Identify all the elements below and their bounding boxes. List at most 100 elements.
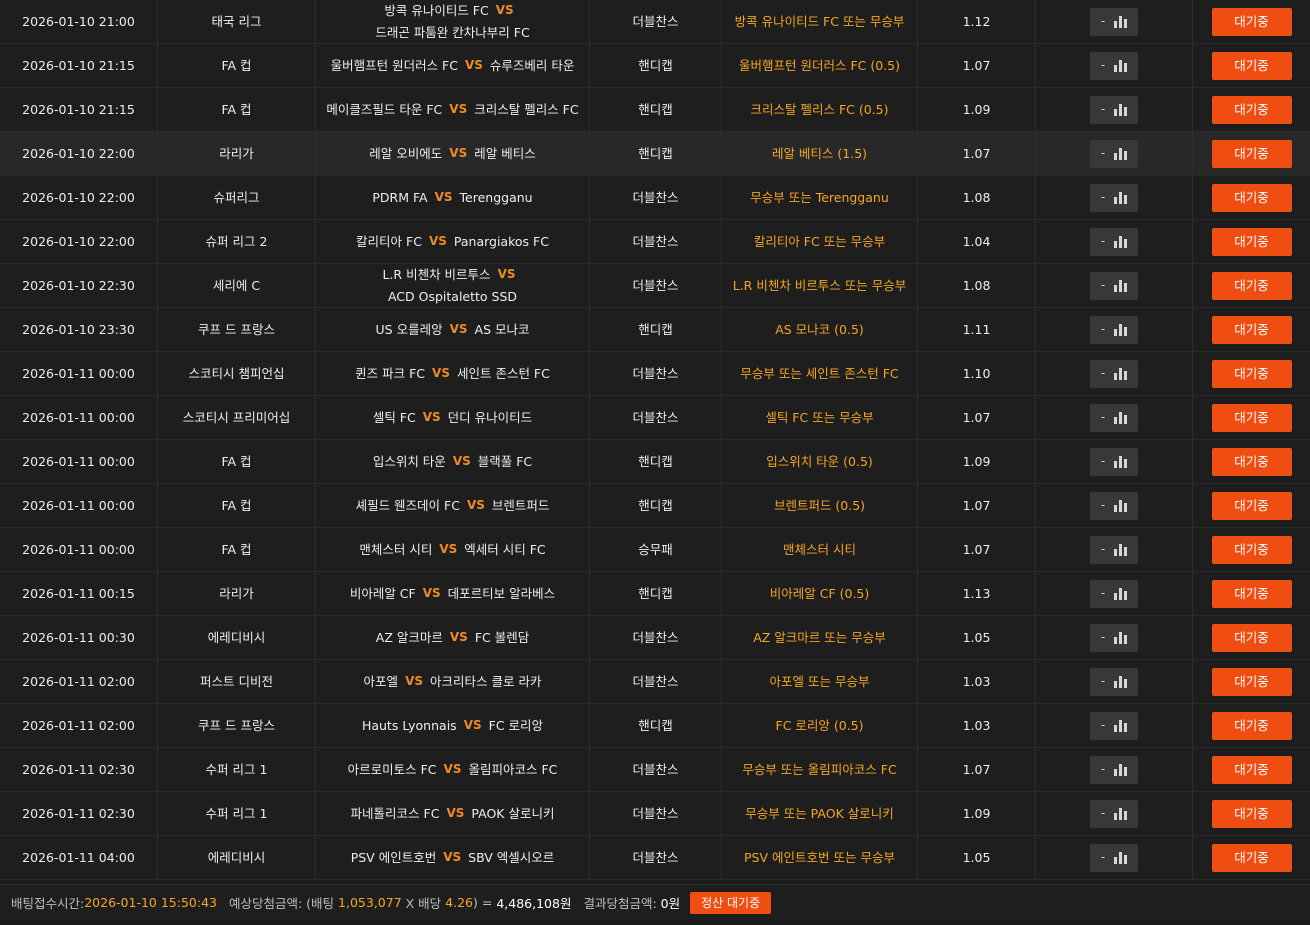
vs-label: VS — [449, 102, 468, 116]
status-button[interactable]: 대기중 — [1211, 535, 1292, 564]
stats-button[interactable]: - — [1090, 139, 1138, 168]
match-date: 2026-01-11 00:00 — [0, 396, 158, 439]
status-button[interactable]: 대기중 — [1211, 359, 1292, 388]
stats-button[interactable]: - — [1090, 227, 1138, 256]
bet-pick: 울버햄프턴 원더러스 FC (0.5) — [722, 44, 918, 87]
status-button[interactable]: 대기중 — [1211, 447, 1292, 476]
stats-button[interactable]: - — [1090, 755, 1138, 784]
status-button[interactable]: 대기중 — [1211, 7, 1292, 36]
status-button[interactable]: 대기중 — [1211, 227, 1292, 256]
stats-button[interactable]: - — [1090, 95, 1138, 124]
stats-button[interactable]: - — [1090, 447, 1138, 476]
stats-button[interactable]: - — [1090, 579, 1138, 608]
total-odds-value: 4.26 — [445, 895, 474, 910]
status-button[interactable]: 대기중 — [1211, 51, 1292, 80]
odds-value: 1.09 — [918, 88, 1036, 131]
status-cell: 대기중 — [1193, 396, 1310, 439]
bet-type: 더블찬스 — [590, 660, 722, 703]
status-button[interactable]: 대기중 — [1211, 667, 1292, 696]
vs-label: VS — [466, 498, 485, 512]
odds-value: 1.11 — [918, 308, 1036, 351]
stats-button[interactable]: - — [1090, 491, 1138, 520]
match-date: 2026-01-10 22:30 — [0, 264, 158, 307]
bet-pick: 무승부 또는 PAOK 살로니키 — [722, 792, 918, 835]
table-row: 2026-01-10 22:00 라리가 레알 오비에도 VS 레알 베티스 핸디캡 레알 … — [0, 132, 1310, 176]
stats-button[interactable]: - — [1090, 7, 1138, 36]
match-date: 2026-01-10 22:00 — [0, 220, 158, 263]
away-team: 올림피아코스 FC — [468, 762, 558, 777]
stats-dash: - — [1100, 58, 1106, 72]
status-button[interactable]: 대기중 — [1211, 95, 1292, 124]
status-cell: 대기중 — [1193, 748, 1310, 791]
stats-button[interactable]: - — [1090, 799, 1138, 828]
bet-pick: 무승부 또는 올림피아코스 FC — [722, 748, 918, 791]
stats-cell: - — [1036, 176, 1193, 219]
vs-label: VS — [446, 806, 465, 820]
stats-button[interactable]: - — [1090, 711, 1138, 740]
vs-label: VS — [463, 718, 482, 732]
stats-button[interactable]: - — [1090, 183, 1138, 212]
bar-chart-icon — [1114, 719, 1128, 732]
match-date: 2026-01-10 22:00 — [0, 176, 158, 219]
bar-chart-icon — [1114, 147, 1128, 160]
away-team: 레알 베티스 — [474, 146, 536, 161]
status-button[interactable]: 대기중 — [1211, 711, 1292, 740]
table-row: 2026-01-10 22:00 슈퍼리그 PDRM FA VS Terengganu 더… — [0, 176, 1310, 220]
stats-button[interactable]: - — [1090, 359, 1138, 388]
league-name: 스코티시 챔피언십 — [158, 352, 316, 395]
stats-button[interactable]: - — [1090, 315, 1138, 344]
home-team: 레알 오비에도 — [369, 146, 443, 161]
stats-button[interactable]: - — [1090, 51, 1138, 80]
stats-button[interactable]: - — [1090, 271, 1138, 300]
stats-dash: - — [1100, 410, 1106, 424]
status-button[interactable]: 대기중 — [1211, 623, 1292, 652]
stats-button[interactable]: - — [1090, 535, 1138, 564]
table-row: 2026-01-10 21:15 FA 컵 메이클즈필드 타운 FC VS 크리스탈 펠… — [0, 88, 1310, 132]
status-button[interactable]: 대기중 — [1211, 491, 1292, 520]
stats-cell: - — [1036, 396, 1193, 439]
odds-value: 1.08 — [918, 176, 1036, 219]
stats-dash: - — [1100, 630, 1106, 644]
stats-cell: - — [1036, 748, 1193, 791]
status-button[interactable]: 대기중 — [1211, 799, 1292, 828]
status-button[interactable]: 대기중 — [1211, 755, 1292, 784]
status-button[interactable]: 대기중 — [1211, 183, 1292, 212]
stats-button[interactable]: - — [1090, 623, 1138, 652]
bet-history-panel: 2026-01-10 21:00 태국 리그 방콕 유나이티드 FC VS 드래곤 파툼… — [0, 0, 1310, 925]
away-team: FC 볼렌담 — [474, 630, 530, 645]
league-name: FA 컵 — [158, 484, 316, 527]
table-row: 2026-01-11 04:00 에레디비시 PSV 에인트호번 VS SBV 엑셀시오… — [0, 836, 1310, 880]
status-button[interactable]: 대기중 — [1211, 139, 1292, 168]
stats-cell: - — [1036, 44, 1193, 87]
status-button[interactable]: 대기중 — [1211, 315, 1292, 344]
match-date: 2026-01-11 00:30 — [0, 616, 158, 659]
status-cell: 대기중 — [1193, 528, 1310, 571]
match-teams: 아포엘 VS 아크리타스 클로 라카 — [316, 660, 590, 703]
stats-cell: - — [1036, 616, 1193, 659]
bar-chart-icon — [1114, 675, 1128, 688]
table-row: 2026-01-11 02:00 퍼스트 디비전 아포엘 VS 아크리타스 클로 라카 더… — [0, 660, 1310, 704]
match-teams: 퀸즈 파크 FC VS 세인트 존스턴 FC — [316, 352, 590, 395]
stats-cell: - — [1036, 792, 1193, 835]
stats-button[interactable]: - — [1090, 667, 1138, 696]
home-team: PSV 에인트호번 — [350, 850, 437, 865]
status-cell: 대기중 — [1193, 572, 1310, 615]
status-cell: 대기중 — [1193, 44, 1310, 87]
away-team: 크리스탈 펠리스 FC — [474, 102, 579, 117]
bet-pick: 크리스탈 펠리스 FC (0.5) — [722, 88, 918, 131]
status-button[interactable]: 대기중 — [1211, 403, 1292, 432]
bet-time-label: 배팅접수시간: — [11, 896, 85, 911]
status-button[interactable]: 대기중 — [1211, 579, 1292, 608]
stats-button[interactable]: - — [1090, 403, 1138, 432]
status-button[interactable]: 대기중 — [1211, 271, 1292, 300]
status-button[interactable]: 대기중 — [1211, 843, 1292, 872]
away-team: 데포르티보 알라베스 — [447, 586, 556, 601]
away-team: 브렌트퍼드 — [491, 498, 550, 513]
bet-type: 핸디캡 — [590, 484, 722, 527]
table-row: 2026-01-11 00:00 스코티시 프리미어십 셀틱 FC VS 던디 유나이티… — [0, 396, 1310, 440]
home-team: L.R 비첸차 비르투스 — [382, 267, 491, 283]
match-teams: 맨체스터 시티 VS 엑세터 시티 FC — [316, 528, 590, 571]
stats-button[interactable]: - — [1090, 843, 1138, 872]
stats-dash: - — [1100, 102, 1106, 116]
table-row: 2026-01-11 02:30 수퍼 리그 1 파네톨리코스 FC VS PAOK 살… — [0, 792, 1310, 836]
